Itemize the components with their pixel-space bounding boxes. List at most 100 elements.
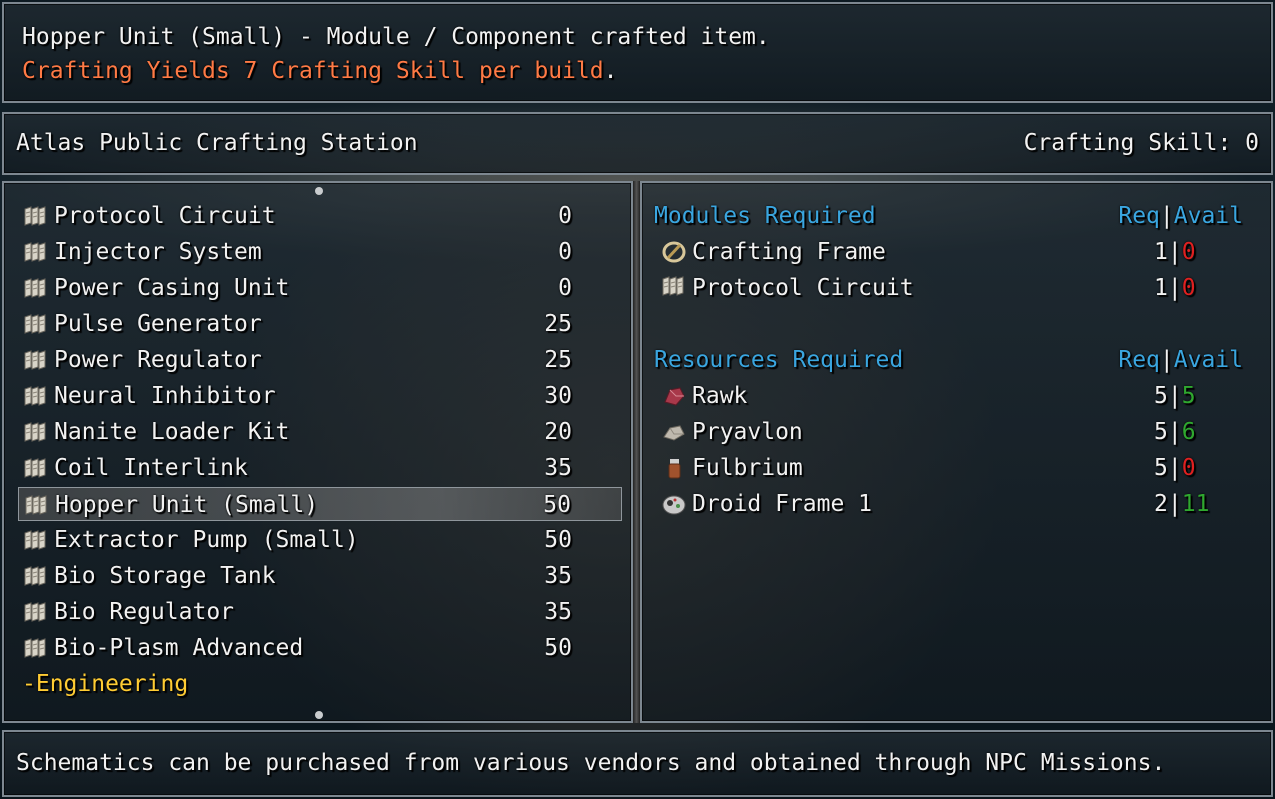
resources-row[interactable]: Fulbrium 5|0	[658, 451, 1238, 485]
required-count: 1	[1154, 275, 1168, 301]
schematic-row[interactable]: Protocol Circuit 0	[18, 199, 622, 233]
schematic-name: Power Regulator	[54, 347, 262, 373]
pryavlon-icon	[660, 420, 688, 444]
schematic-row[interactable]: Hopper Unit (Small) 50	[18, 487, 622, 521]
resources-req-avail: 2|11	[1154, 489, 1209, 519]
resources-req-avail: 5|0	[1154, 453, 1196, 483]
scroll-down-indicator[interactable]	[315, 711, 323, 719]
schematic-row[interactable]: Extractor Pump (Small) 50	[18, 523, 622, 557]
resources-req-avail: 5|5	[1154, 381, 1196, 411]
schematic-name: Injector System	[54, 239, 262, 265]
required-count: 5	[1154, 383, 1168, 409]
schematic-skill-value: 35	[544, 455, 572, 481]
schematic-name: Nanite Loader Kit	[54, 419, 290, 445]
schematic-icon	[22, 530, 50, 550]
resources-row[interactable]: Rawk 5|5	[658, 379, 1238, 413]
schematic-icon	[22, 638, 50, 658]
header-separator: |	[1159, 203, 1174, 229]
schematic-icon	[22, 206, 50, 226]
yield-suffix: .	[603, 58, 618, 84]
requirements-panel: Modules Required Req|Avail Crafting Fram…	[640, 181, 1273, 723]
item-description: Hopper Unit (Small) - Module / Component…	[22, 24, 770, 50]
resources-req-avail-header: Req|Avail	[1118, 345, 1243, 375]
schematic-icon	[22, 458, 50, 478]
droid-frame-icon	[660, 492, 688, 516]
resources-name: Droid Frame 1	[692, 491, 873, 517]
modules-req-avail: 1|0	[1154, 237, 1196, 267]
schematic-icon	[22, 422, 50, 442]
schematic-row[interactable]: Bio Storage Tank 35	[18, 559, 622, 593]
header-separator: |	[1159, 347, 1174, 373]
required-count: 2	[1154, 491, 1168, 517]
count-separator: |	[1167, 383, 1182, 409]
req-header: Req	[1118, 347, 1160, 373]
avail-header: Avail	[1173, 347, 1243, 373]
schematic-skill-value: 50	[544, 635, 572, 661]
schematic-name: Bio Regulator	[54, 599, 235, 625]
required-count: 5	[1154, 455, 1168, 481]
schematic-name: Power Casing Unit	[54, 275, 290, 301]
available-count: 11	[1181, 491, 1210, 517]
required-count: 5	[1154, 419, 1168, 445]
schematic-list[interactable]: Protocol Circuit 0 Injector System 0 Power C…	[2, 181, 633, 723]
resources-name: Pryavlon	[692, 419, 803, 445]
scroll-up-indicator[interactable]	[315, 187, 323, 195]
schematic-skill-value: 35	[544, 599, 572, 625]
schematic-row[interactable]: Nanite Loader Kit 20	[18, 415, 622, 449]
schematic-name: Bio-Plasm Advanced	[54, 635, 304, 661]
crafting-skill-label: Crafting Skill: 0	[1023, 130, 1259, 156]
modules-req-avail-header: Req|Avail	[1118, 201, 1243, 231]
resources-name: Fulbrium	[692, 455, 803, 481]
schematic-row[interactable]: Bio Regulator 35	[18, 595, 622, 629]
req-header: Req	[1118, 203, 1160, 229]
schematic-row[interactable]: Coil Interlink 35	[18, 451, 622, 485]
schematic-row[interactable]: Power Regulator 25	[18, 343, 622, 377]
available-count: 0	[1181, 455, 1196, 481]
schematic-icon	[23, 495, 51, 515]
schematic-row[interactable]: Power Casing Unit 0	[18, 271, 622, 305]
modules-row[interactable]: Protocol Circuit 1|0	[658, 271, 1238, 305]
count-separator: |	[1167, 455, 1182, 481]
help-panel: Schematics can be purchased from various…	[2, 730, 1273, 797]
available-count: 0	[1181, 239, 1196, 265]
station-header: Atlas Public Crafting Station Crafting S…	[2, 112, 1273, 175]
schematic-icon	[22, 278, 50, 298]
resources-row[interactable]: Pryavlon 5|6	[658, 415, 1238, 449]
avail-header: Avail	[1173, 203, 1243, 229]
crafting-frame-icon	[660, 240, 688, 264]
modules-required-title: Modules Required	[654, 203, 876, 229]
schematic-name: Coil Interlink	[54, 455, 248, 481]
schematic-skill-value: 35	[544, 563, 572, 589]
schematic-row[interactable]: Bio-Plasm Advanced 50	[18, 631, 622, 665]
schematic-skill-value: 0	[558, 239, 572, 265]
schematic-name: Extractor Pump (Small)	[54, 527, 359, 553]
panel-divider	[633, 181, 640, 723]
schematic-skill-value: 25	[544, 347, 572, 373]
schematic-skill-value: 25	[544, 311, 572, 337]
modules-name: Protocol Circuit	[692, 275, 914, 301]
schematic-icon	[22, 566, 50, 586]
modules-row[interactable]: Crafting Frame 1|0	[658, 235, 1238, 269]
resources-req-avail: 5|6	[1154, 417, 1196, 447]
modules-req-avail: 1|0	[1154, 273, 1196, 303]
category-engineering[interactable]: -Engineering	[22, 669, 188, 699]
schematic-skill-value: 20	[544, 419, 572, 445]
resources-required-title: Resources Required	[654, 347, 904, 373]
fulbrium-icon	[660, 456, 688, 480]
schematic-icon	[22, 350, 50, 370]
item-info-panel: Hopper Unit (Small) - Module / Component…	[2, 2, 1273, 103]
schematic-name: Bio Storage Tank	[54, 563, 276, 589]
schematic-skill-value: 0	[558, 275, 572, 301]
help-text: Schematics can be purchased from various…	[16, 750, 1166, 776]
rawk-icon	[660, 384, 688, 408]
schematic-row[interactable]: Neural Inhibitor 30	[18, 379, 622, 413]
resources-row[interactable]: Droid Frame 1 2|11	[658, 487, 1238, 521]
schematic-icon	[660, 276, 688, 300]
schematic-row[interactable]: Injector System 0	[18, 235, 622, 269]
schematic-icon	[22, 314, 50, 334]
schematic-row[interactable]: Pulse Generator 25	[18, 307, 622, 341]
schematic-name: Hopper Unit (Small)	[55, 492, 319, 518]
schematic-skill-value: 50	[544, 527, 572, 553]
schematic-icon	[22, 602, 50, 622]
count-separator: |	[1167, 419, 1182, 445]
